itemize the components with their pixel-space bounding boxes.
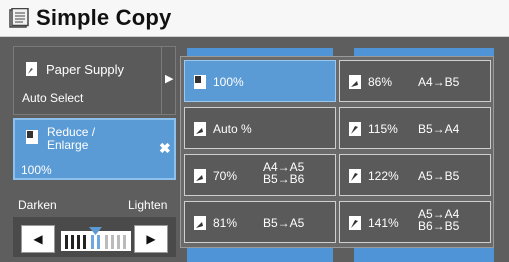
option-percent: 81% <box>213 216 238 230</box>
option-size: A4→A5 B5→B6 <box>263 160 305 186</box>
density-scale[interactable] <box>61 227 131 251</box>
option-100[interactable]: 100% <box>184 60 336 102</box>
reduce-enlarge-label: Reduce / Enlarge <box>47 125 96 152</box>
option-size: B5→A4 <box>418 122 460 136</box>
page-icon <box>194 75 206 89</box>
reduce-enlarge-button[interactable]: Reduce / Enlarge 100% ✖ <box>13 118 176 180</box>
paper-supply-button[interactable]: Paper Supply Auto Select ▶ <box>13 46 176 115</box>
option-auto[interactable]: Auto % <box>184 107 336 149</box>
option-percent: 86% <box>368 75 393 89</box>
option-86[interactable]: 86% A4→B5 <box>339 60 491 102</box>
ratio-options-grid: 100% 86% A4→B5 Auto % 115% B5→A4 70% A4→… <box>180 56 494 248</box>
triangle-right-icon: ▶ <box>165 73 174 85</box>
enlarge-icon <box>349 216 361 230</box>
reduce-enlarge-icon <box>26 130 38 144</box>
paper-supply-icon <box>26 62 37 76</box>
triangle-right-icon: ▶ <box>146 232 156 246</box>
option-size: A5→B5 <box>418 169 460 183</box>
density-slider[interactable]: ◀ ▶ <box>13 217 176 257</box>
page-title: Simple Copy <box>36 5 172 30</box>
paper-supply-label: Paper Supply <box>46 62 125 77</box>
option-percent: 115% <box>368 122 398 136</box>
darken-label: Darken <box>18 198 57 212</box>
option-size: B5→A5 <box>263 216 305 230</box>
option-81[interactable]: 81% B5→A5 <box>184 201 336 243</box>
option-percent: 100% <box>213 75 244 89</box>
option-percent: 70% <box>213 169 238 183</box>
paper-supply-expand[interactable]: ▶ <box>161 47 177 114</box>
enlarge-icon <box>349 122 361 136</box>
option-122[interactable]: 122% A5→B5 <box>339 154 491 196</box>
lighten-label: Lighten <box>128 198 168 212</box>
darken-arrow-button[interactable]: ◀ <box>21 225 55 253</box>
title-bar: Simple Copy <box>0 0 509 37</box>
triangle-left-icon: ◀ <box>33 232 43 246</box>
reduce-icon <box>194 216 206 230</box>
option-141[interactable]: 141% A5→A4 B6→B5 <box>339 201 491 243</box>
option-percent: 122% <box>368 169 399 183</box>
option-percent: Auto % <box>213 122 252 136</box>
option-size: A5→A4 B6→B5 <box>418 207 460 233</box>
reduce-icon <box>349 75 361 89</box>
copy-icon <box>9 8 29 28</box>
reduce-icon <box>194 169 206 183</box>
lighten-arrow-button[interactable]: ▶ <box>134 225 168 253</box>
option-size: A4→B5 <box>418 75 460 89</box>
option-70[interactable]: 70% A4→A5 B5→B6 <box>184 154 336 196</box>
enlarge-icon <box>349 169 361 183</box>
close-icon[interactable]: ✖ <box>159 140 171 157</box>
option-percent: 141% <box>368 216 399 230</box>
reduce-enlarge-value: 100% <box>21 163 52 177</box>
paper-supply-value: Auto Select <box>22 91 84 105</box>
option-115[interactable]: 115% B5→A4 <box>339 107 491 149</box>
auto-icon <box>194 122 206 136</box>
